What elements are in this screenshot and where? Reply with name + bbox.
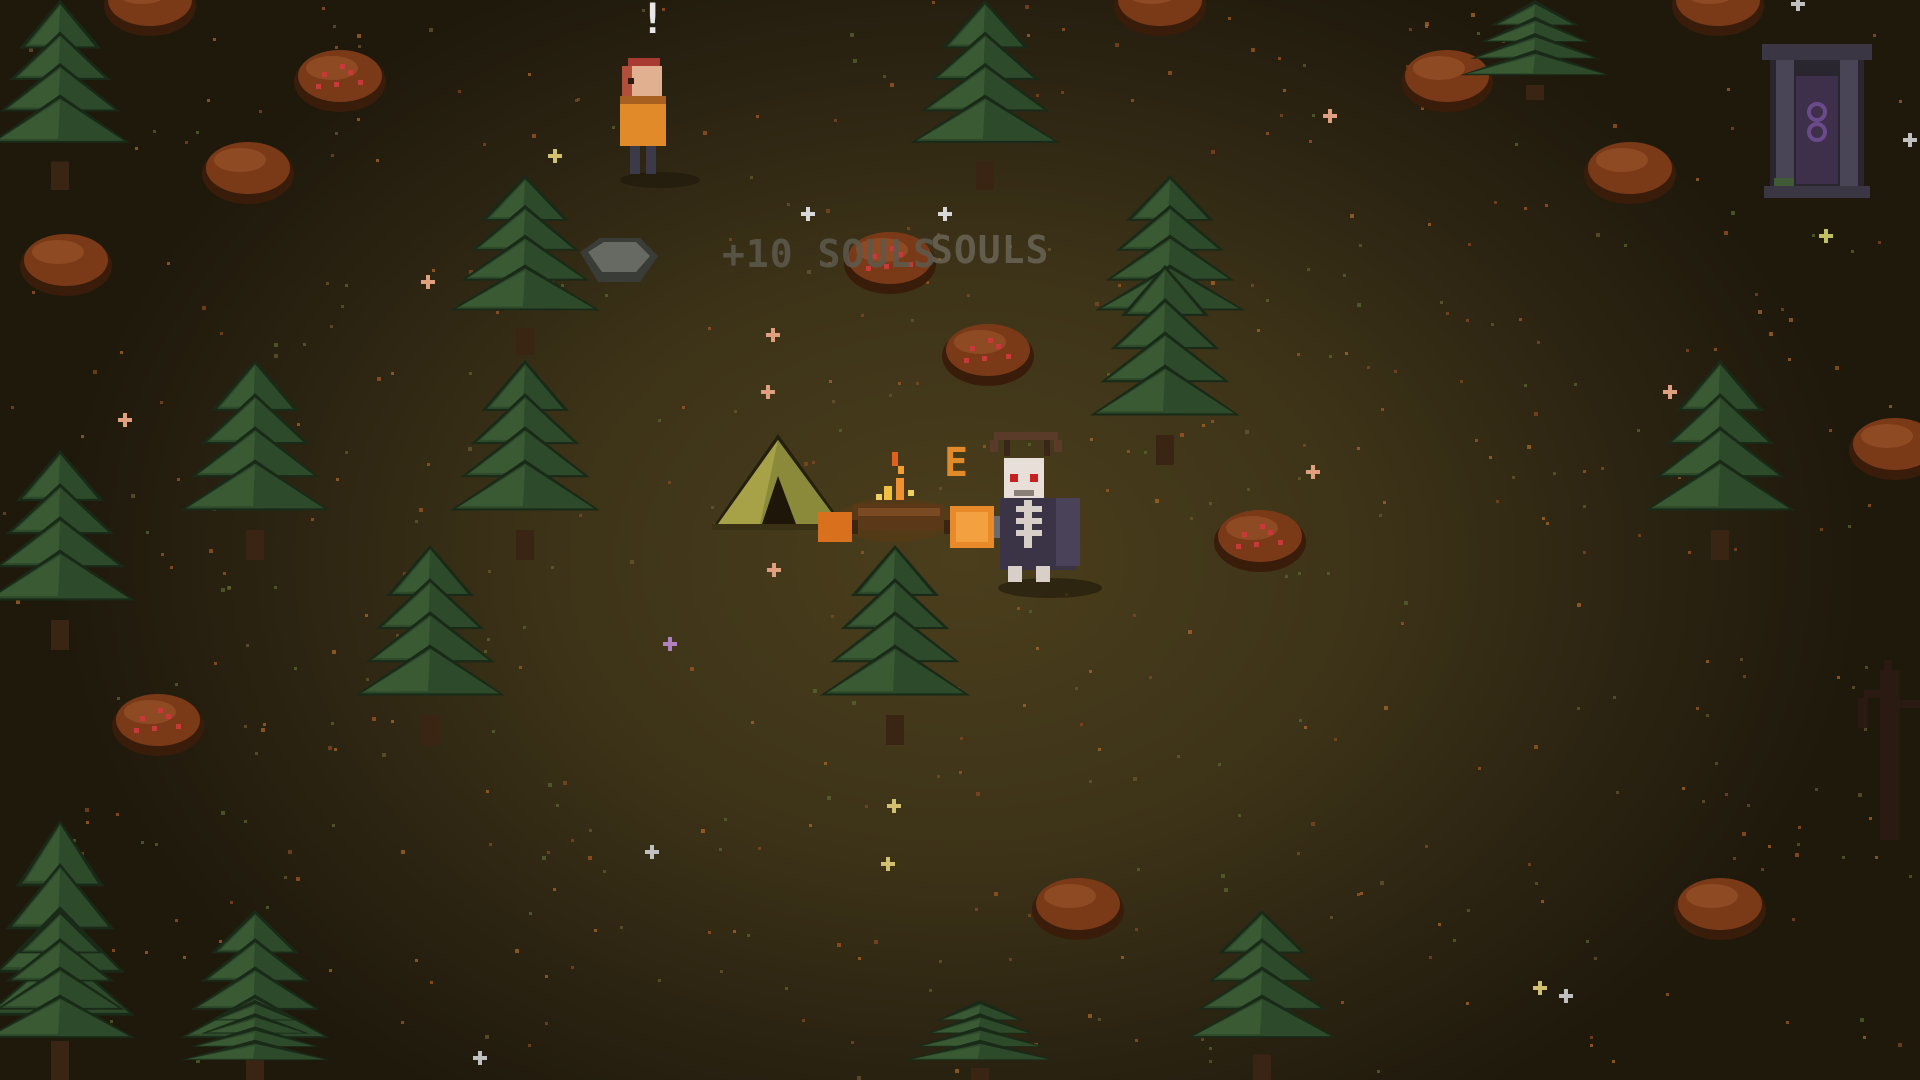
skeleton-player[interactable]: [990, 432, 1102, 598]
interact-key-prompt: E: [944, 440, 969, 486]
soul-gain-text-secondary: SOULS: [930, 228, 1050, 272]
villager-npc[interactable]: [620, 58, 700, 188]
npc-alert-marker: !: [640, 0, 666, 43]
characters-layer: [620, 58, 1102, 598]
soul-gain-text: +10 SOULS: [722, 232, 937, 276]
game-world[interactable]: +10 SOULS SOULS E !: [0, 0, 1920, 1080]
